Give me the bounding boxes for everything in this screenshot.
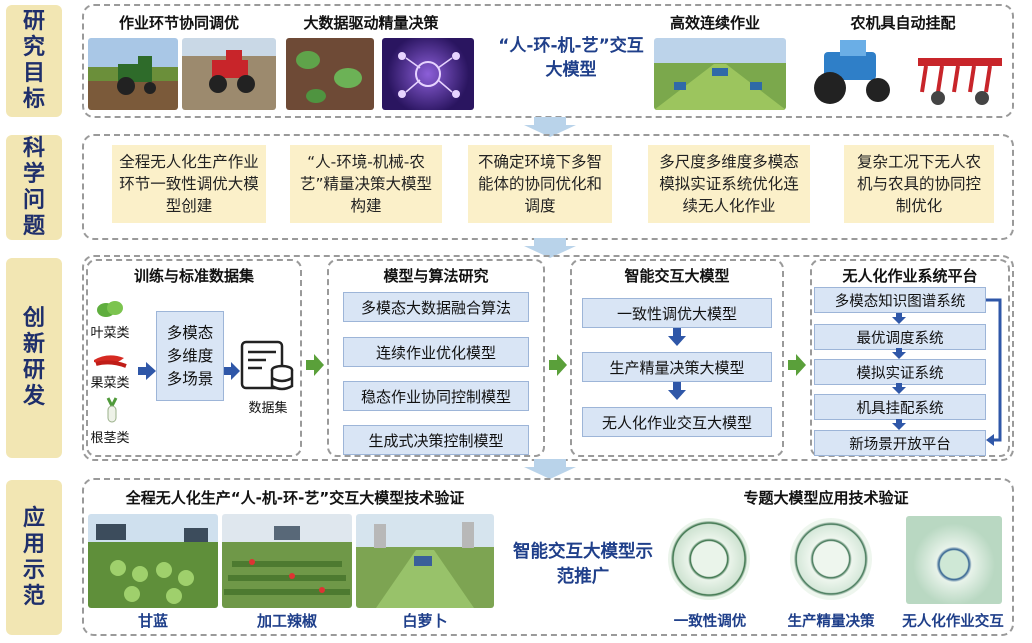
demo-label-consistency: 一致性调优 bbox=[673, 614, 747, 630]
demo-label-pepper: 加工辣椒 bbox=[256, 612, 317, 630]
problem-5: 复杂工况下无人农机与农具的协同控制优化 bbox=[844, 145, 994, 223]
database-label: 数据集 bbox=[248, 401, 288, 416]
down-arrow-icon bbox=[892, 348, 906, 359]
crop-label-leafy: 叶菜类 bbox=[90, 326, 130, 341]
blue-arrow-icon bbox=[224, 362, 240, 380]
dataset-title: 训练与标准数据集 bbox=[133, 267, 254, 285]
interaction-model-image bbox=[906, 516, 1002, 604]
problem-3: 不确定环境下多智能体的协同优化和调度 bbox=[468, 145, 612, 223]
demo-char: 范 bbox=[22, 583, 45, 609]
continuous-operation-photo bbox=[654, 38, 786, 110]
models-title: 模型与算法研究 bbox=[383, 267, 489, 285]
interactive-item: 一致性调优大模型 bbox=[582, 298, 772, 328]
platform-title: 无人化作业系统平台 bbox=[842, 267, 978, 285]
interactive-title: 智能交互大模型 bbox=[624, 267, 730, 285]
down-arrow-icon bbox=[668, 328, 686, 346]
blue-tractor-photo bbox=[800, 36, 902, 110]
problem-char: 题 bbox=[22, 213, 45, 239]
demo-char: 用 bbox=[22, 531, 45, 557]
demo-left-title: 全程无人化生产“人-机-环-艺”交互大模型技术验证 bbox=[125, 489, 465, 507]
big-data-photo bbox=[382, 38, 474, 110]
goal-center-title: “人-环-机-艺”交互大模型 bbox=[498, 36, 644, 80]
dimension-item: 多场景 bbox=[166, 369, 214, 388]
innovation-char: 研 bbox=[22, 358, 45, 383]
goal-title-2: 大数据驱动精量决策 bbox=[303, 14, 439, 32]
return-arrow-icon bbox=[986, 298, 1002, 446]
down-arrow-icon bbox=[668, 382, 686, 400]
problem-4: 多尺度多维度多模态模拟实证系统优化连续无人化作业 bbox=[648, 145, 810, 223]
demo-label-decision: 生产精量决策 bbox=[787, 614, 875, 630]
demo-char: 示 bbox=[22, 557, 45, 583]
section-label-demo: 应 用 示 范 bbox=[6, 480, 62, 635]
platform-item: 多模态知识图谱系统 bbox=[814, 287, 986, 313]
radish-demo-photo bbox=[356, 514, 494, 608]
green-arrow-icon bbox=[306, 354, 324, 376]
implement-photo bbox=[908, 40, 1012, 110]
model-item: 生成式决策控制模型 bbox=[343, 425, 529, 455]
red-tractor-photo bbox=[182, 38, 276, 110]
problem-char: 学 bbox=[22, 161, 45, 187]
decision-circle-image bbox=[790, 518, 872, 600]
green-arrow-icon bbox=[549, 354, 567, 376]
dimension-item: 多维度 bbox=[166, 346, 214, 365]
innovation-char: 新 bbox=[22, 332, 45, 357]
down-arrow-icon bbox=[892, 383, 906, 394]
platform-item: 机具挂配系统 bbox=[814, 394, 986, 420]
dimension-item: 多模态 bbox=[166, 323, 214, 342]
problem-2: “人-环境-机械-农艺”精量决策大模型构建 bbox=[290, 145, 442, 223]
models-panel: 模型与算法研究 多模态大数据融合算法 连续作业优化模型 稳态作业协同控制模型 生… bbox=[327, 259, 545, 457]
platform-item: 模拟实证系统 bbox=[814, 359, 986, 385]
cabbage-demo-photo bbox=[88, 514, 218, 608]
innovation-char: 创 bbox=[22, 306, 45, 331]
goal-char: 研 bbox=[22, 9, 45, 34]
interactive-item: 生产精量决策大模型 bbox=[582, 352, 772, 382]
down-arrow-icon bbox=[892, 419, 906, 430]
goal-char: 目 bbox=[22, 61, 45, 86]
platform-item: 最优调度系统 bbox=[814, 324, 986, 350]
model-item: 连续作业优化模型 bbox=[343, 337, 529, 367]
seedling-photo bbox=[286, 38, 374, 110]
model-item: 稳态作业协同控制模型 bbox=[343, 381, 529, 411]
down-arrow-icon bbox=[892, 313, 906, 324]
demo-center-title: 智能交互大模型示范推广 bbox=[513, 542, 653, 587]
demo-char: 应 bbox=[22, 505, 45, 531]
leafy-vegetable-icon bbox=[97, 301, 123, 317]
section-label-goal: 研 究 目 标 bbox=[6, 5, 62, 117]
interactive-item: 无人化作业交互大模型 bbox=[582, 407, 772, 437]
demo-right-title: 专题大模型应用技术验证 bbox=[743, 489, 909, 507]
root-vegetable-icon bbox=[106, 397, 118, 423]
tractor-field-photo bbox=[88, 38, 178, 110]
platform-item: 新场景开放平台 bbox=[814, 430, 986, 456]
interactive-panel: 智能交互大模型 一致性调优大模型 生产精量决策大模型 无人化作业交互大模型 bbox=[570, 259, 784, 457]
section-label-innovation: 创 新 研 发 bbox=[6, 258, 62, 458]
fruit-vegetable-icon bbox=[94, 355, 127, 368]
green-arrow-icon bbox=[788, 354, 806, 376]
consistency-circle-image bbox=[668, 518, 750, 600]
innovation-char: 发 bbox=[22, 384, 45, 409]
dataset-dimensions-box: 多模态 多维度 多场景 bbox=[156, 311, 224, 401]
goal-char: 标 bbox=[22, 87, 45, 112]
pepper-demo-photo bbox=[222, 514, 352, 608]
demo-label-cabbage: 甘蓝 bbox=[137, 612, 168, 630]
problem-char: 问 bbox=[22, 187, 45, 213]
demo-label-interaction: 无人化作业交互 bbox=[902, 614, 1004, 630]
down-arrow-3 bbox=[524, 459, 576, 479]
crop-label-fruit: 果菜类 bbox=[90, 376, 130, 391]
database-icon bbox=[240, 340, 294, 391]
goal-title-3: 高效连续作业 bbox=[669, 14, 760, 32]
goal-char: 究 bbox=[22, 35, 45, 60]
model-item: 多模态大数据融合算法 bbox=[343, 292, 529, 322]
crop-label-root: 根茎类 bbox=[90, 431, 130, 446]
goal-title-1: 作业环节协同调优 bbox=[118, 14, 239, 32]
problem-1: 全程无人化生产作业环节一致性调优大模型创建 bbox=[112, 145, 266, 223]
blue-arrow-icon bbox=[138, 362, 156, 380]
section-label-problem: 科 学 问 题 bbox=[6, 135, 62, 240]
demo-label-radish: 白萝卜 bbox=[402, 612, 448, 630]
problem-char: 科 bbox=[22, 135, 45, 161]
goal-title-4: 农机具自动挂配 bbox=[850, 14, 956, 32]
